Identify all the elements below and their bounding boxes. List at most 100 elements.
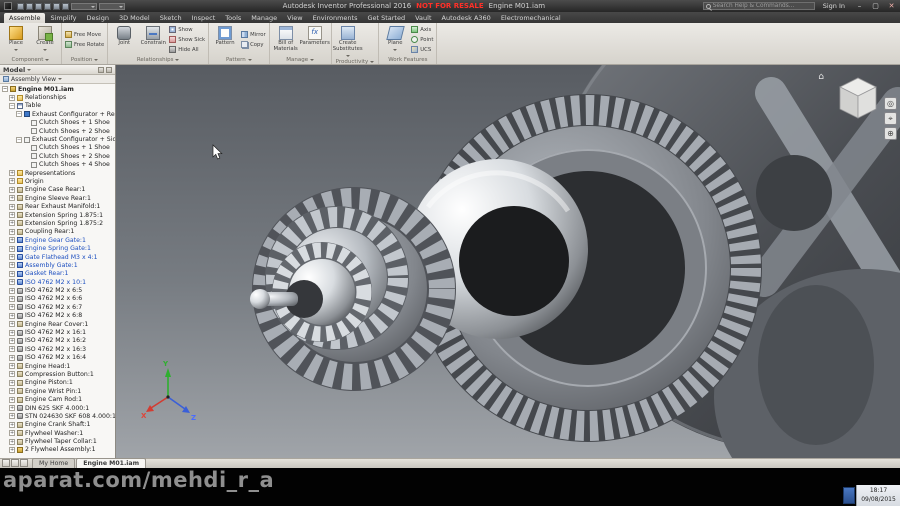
browser-tree-item[interactable]: + Engine Cam Rod:1 (0, 395, 115, 403)
browser-tree-item[interactable]: + Engine Spring Gate:1 (0, 244, 115, 252)
tree-expander[interactable]: + (9, 388, 15, 395)
browser-tree-item[interactable]: − Exhaust Configurator + Side (0, 135, 115, 143)
new-file-icon[interactable] (17, 2, 24, 10)
tree-expander[interactable]: + (9, 203, 15, 210)
browser-tree-item[interactable]: + ISO 4762 M2 x 16:4 (0, 354, 115, 362)
tree-expander[interactable]: + (9, 329, 15, 336)
browser-tree-item[interactable]: − Exhaust Configurator + Rear (0, 110, 115, 118)
group-label-pattern[interactable]: Pattern (211, 55, 267, 64)
browser-tree-item[interactable]: + ISO 4762 M2 x 16:2 (0, 337, 115, 345)
tree-expander[interactable]: + (9, 186, 15, 193)
browser-tree-item[interactable]: + ISO 4762 M2 x 6:7 (0, 303, 115, 311)
browser-tree-item[interactable]: + Coupling Rear:1 (0, 228, 115, 236)
place-button[interactable]: Place (2, 24, 30, 55)
tree-expander[interactable]: + (9, 413, 15, 420)
browser-tree-item[interactable]: + Engine Crank Shaft:1 (0, 421, 115, 429)
tree-expander[interactable]: + (9, 178, 15, 185)
browser-tree-item[interactable]: + ISO 4762 M2 x 6:5 (0, 286, 115, 294)
tree-expander[interactable]: − (9, 102, 15, 109)
browser-tree-item[interactable]: − Table (0, 102, 115, 110)
ribbon-tab[interactable]: View (282, 13, 307, 23)
tree-expander[interactable]: + (9, 312, 15, 319)
tree-expander[interactable]: + (9, 287, 15, 294)
tree-expander[interactable]: + (9, 295, 15, 302)
help-search-box[interactable] (702, 2, 815, 10)
browser-tree-item[interactable]: + Engine Piston:1 (0, 379, 115, 387)
browser-tree-item[interactable]: + Rear Exhaust Manifold:1 (0, 202, 115, 210)
show-sick-button[interactable]: Show Sick (169, 35, 205, 44)
browser-filter-icon[interactable] (98, 66, 104, 73)
tree-expander[interactable]: + (9, 346, 15, 353)
browser-tree-item[interactable]: Clutch Shoes + 1 Shoe (0, 119, 115, 127)
browser-tree-item[interactable]: + Engine Gear Gate:1 (0, 236, 115, 244)
tree-expander[interactable]: − (16, 111, 22, 118)
browser-tree-item[interactable]: + ISO 4762 M2 x 6:8 (0, 312, 115, 320)
tree-expander[interactable]: + (9, 270, 15, 277)
point-button[interactable]: Point (411, 35, 433, 44)
copy-button[interactable]: Copy (241, 40, 266, 49)
ucs-button[interactable]: UCS (411, 45, 433, 54)
appearance-combo[interactable] (99, 2, 125, 10)
pattern-button[interactable]: Pattern (211, 24, 239, 55)
browser-tree-item[interactable]: + Origin (0, 177, 115, 185)
browser-tree-item[interactable]: Clutch Shoes + 2 Shoe (0, 152, 115, 160)
tree-expander[interactable]: + (9, 371, 15, 378)
browser-tree-item[interactable]: + Representations (0, 169, 115, 177)
browser-tree-item[interactable]: + Engine Wrist Pin:1 (0, 387, 115, 395)
browser-tree-item[interactable]: + Flywheel Taper Collar:1 (0, 437, 115, 445)
browser-tree-item[interactable]: + 2 Flywheel Assembly:1 (0, 446, 115, 454)
browser-tree-item[interactable]: + ISO 4762 M2 x 16:1 (0, 328, 115, 336)
hide-all-button[interactable]: Hide All (169, 45, 205, 54)
document-tab[interactable]: My Home (32, 458, 76, 468)
redo-icon[interactable] (53, 2, 60, 10)
ribbon-tab[interactable]: Design (82, 13, 114, 23)
ribbon-tab[interactable]: Manage (246, 13, 282, 23)
tree-expander[interactable] (23, 153, 29, 159)
search-input[interactable] (712, 3, 812, 9)
zoom-tool-icon[interactable]: ⊕ (884, 127, 897, 140)
constrain-button[interactable]: Constrain (139, 24, 167, 55)
group-label-relationships[interactable]: Relationships (110, 55, 206, 64)
tree-expander[interactable]: + (9, 363, 15, 370)
browser-tree-item[interactable]: + Gate Flathead M3 x 4:1 (0, 253, 115, 261)
tree-expander[interactable]: − (16, 136, 22, 143)
parameters-button[interactable]: fx Parameters (300, 24, 330, 55)
pinion-gear-cluster[interactable] (250, 187, 456, 391)
app-menu-button[interactable] (2, 1, 14, 11)
browser-tree-item[interactable]: − Engine M01.iam (0, 85, 115, 93)
tile-view-icon[interactable] (11, 459, 19, 467)
tree-expander[interactable]: + (9, 254, 15, 260)
document-tab[interactable]: Engine M01.iam (76, 458, 147, 468)
tree-expander[interactable] (23, 162, 29, 168)
browser-tree-item[interactable]: + Assembly Gate:1 (0, 261, 115, 269)
group-label-component[interactable]: Component (2, 55, 59, 64)
tree-expander[interactable]: + (9, 170, 15, 177)
browser-tree-item[interactable]: + Engine Case Rear:1 (0, 186, 115, 194)
mirror-button[interactable]: Mirror (241, 30, 266, 39)
free-move-button[interactable]: Free Move (65, 30, 104, 39)
view-cube[interactable] (830, 69, 886, 125)
close-button[interactable]: ✕ (885, 2, 898, 10)
browser-tree-item[interactable]: + Relationships (0, 93, 115, 101)
browser-pin-icon[interactable] (106, 66, 112, 73)
browser-tree-item[interactable]: + Gasket Rear:1 (0, 270, 115, 278)
tree-expander[interactable]: + (9, 279, 15, 286)
plane-button[interactable]: Plane (381, 24, 409, 55)
browser-tree-item[interactable]: + Compression Button:1 (0, 370, 115, 378)
tree-expander[interactable] (23, 128, 29, 134)
maximize-button[interactable]: ▢ (869, 2, 882, 10)
tree-expander[interactable]: + (9, 237, 15, 244)
pan-tool-icon[interactable]: ⌖ (884, 112, 897, 125)
undo-icon[interactable] (44, 2, 51, 10)
ribbon-tab[interactable]: Inspect (187, 13, 221, 23)
joint-button[interactable]: Joint (110, 24, 138, 55)
home-view-icon[interactable]: ⌂ (818, 73, 824, 82)
tree-expander[interactable]: + (9, 337, 15, 344)
tree-expander[interactable]: + (9, 220, 15, 227)
tree-expander[interactable]: + (9, 94, 15, 101)
material-combo[interactable] (71, 2, 97, 10)
free-rotate-button[interactable]: Free Rotate (65, 40, 104, 49)
open-file-icon[interactable] (26, 2, 33, 10)
ribbon-tab[interactable]: Simplify (45, 13, 81, 23)
browser-tree-item[interactable]: + Engine Rear Cover:1 (0, 320, 115, 328)
